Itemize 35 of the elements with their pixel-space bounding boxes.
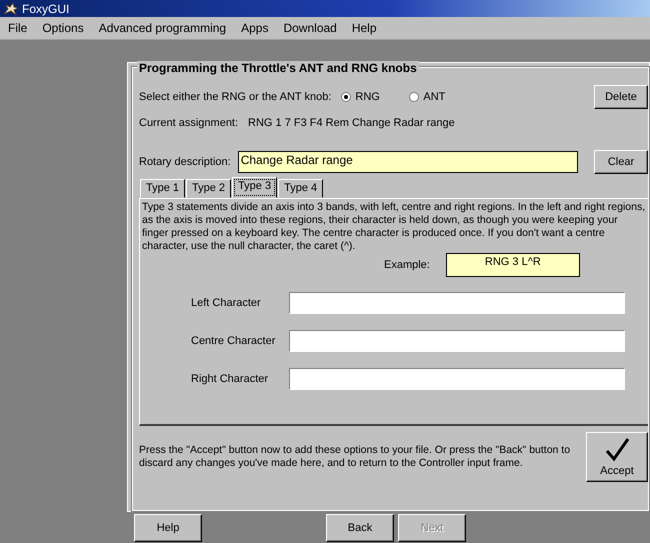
field-label: Left Character bbox=[190, 297, 262, 309]
menu-item[interactable]: File bbox=[8, 21, 28, 35]
clear-button[interactable]: Clear bbox=[594, 150, 648, 174]
field-label: Right Character bbox=[190, 373, 270, 385]
tab[interactable]: Type 3 bbox=[232, 177, 278, 198]
checkmark-icon bbox=[604, 437, 630, 463]
field-label: Centre Character bbox=[190, 335, 276, 347]
menu-item[interactable]: Help bbox=[352, 21, 377, 35]
accept-button[interactable]: Accept bbox=[586, 432, 648, 482]
menu-item[interactable]: Advanced programming bbox=[98, 21, 226, 35]
window-title: FoxyGUI bbox=[22, 2, 70, 16]
menu-item[interactable]: Apps bbox=[241, 21, 268, 35]
input-field[interactable] bbox=[289, 330, 625, 352]
menu-item[interactable]: Options bbox=[42, 21, 84, 35]
knob-label: Select either the RNG or the ANT knob: bbox=[139, 91, 332, 103]
rotary-label: Rotary description: bbox=[139, 156, 231, 168]
assignment-label: Current assignment: bbox=[139, 117, 238, 129]
group-title: Programming the Throttle's ANT and RNG knobs bbox=[137, 61, 419, 75]
delete-button[interactable]: Delete bbox=[594, 85, 648, 109]
description-text: Type 3 statements divide an axis into 3 bands, with left, centre and right regions. In the left and right regions, as the axis is moved into these regions, their character is held down, as though you were keeping your finger pressed on a keyboard key. The centre character is produced once. If you don't want a centre character, use the null character, the caret (^). bbox=[142, 201, 646, 253]
tab[interactable]: Type 1 bbox=[140, 179, 186, 198]
tab[interactable]: Type 4 bbox=[278, 179, 324, 198]
example-value: RNG 3 L^R bbox=[446, 253, 580, 277]
menu-item[interactable]: Download bbox=[283, 21, 337, 35]
instruction-text: Press the "Accept" button now to add these options to your file. Or press the "Back" button to discard any changes you've made here, and to return to the Controller input frame. bbox=[139, 444, 572, 470]
tab[interactable]: Type 2 bbox=[186, 179, 232, 198]
input-field[interactable] bbox=[289, 368, 625, 390]
rotary-description-field[interactable]: Change Radar range bbox=[238, 151, 578, 173]
example-label: Example: bbox=[384, 259, 430, 271]
nav-button[interactable]: Back bbox=[326, 514, 394, 542]
assignment-value: RNG 1 7 F3 F4 Rem Change Radar range bbox=[248, 117, 455, 129]
radio-option[interactable]: ANT bbox=[409, 91, 468, 103]
input-field[interactable] bbox=[289, 292, 625, 314]
nav-button[interactable]: Help bbox=[134, 514, 202, 542]
radio-option[interactable]: RNG bbox=[341, 91, 400, 103]
